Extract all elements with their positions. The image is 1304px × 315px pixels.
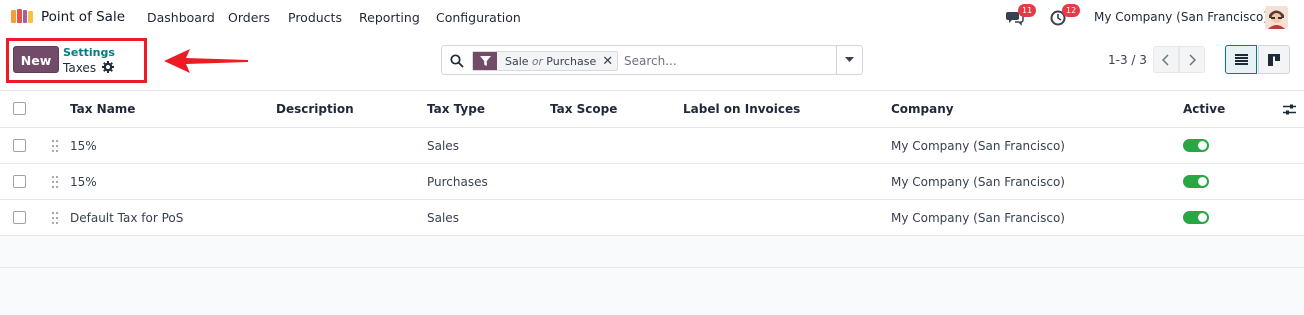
column-header-tax-type[interactable]: Tax Type: [427, 102, 485, 116]
messages-count-badge: 11: [1018, 4, 1037, 17]
list-empty-row: [0, 235, 1304, 268]
table-row[interactable]: 15% Purchases My Company (San Francisco): [0, 163, 1304, 199]
row-checkbox[interactable]: [13, 211, 26, 224]
menu-configuration[interactable]: Configuration: [436, 10, 521, 25]
search-input[interactable]: [624, 52, 824, 70]
new-button[interactable]: New: [13, 46, 59, 73]
cell-tax-type: Sales: [427, 139, 459, 153]
company-switcher[interactable]: My Company (San Francisco): [1094, 10, 1268, 24]
app-name[interactable]: Point of Sale: [41, 9, 125, 25]
list-view-button[interactable]: [1225, 45, 1257, 74]
active-toggle[interactable]: [1183, 175, 1209, 188]
caret-down-icon: [845, 57, 854, 62]
active-toggle[interactable]: [1183, 211, 1209, 224]
select-all-checkbox[interactable]: [13, 102, 26, 115]
pager-next-button[interactable]: [1179, 46, 1205, 73]
facet-value-purchase: Purchase: [546, 54, 597, 68]
menu-orders[interactable]: Orders: [228, 10, 270, 25]
table-header-row: Tax Name Description Tax Type Tax Scope …: [0, 90, 1304, 127]
gear-icon[interactable]: [102, 61, 114, 73]
search-bar[interactable]: Sale or Purchase ✕: [441, 45, 837, 75]
table-row[interactable]: 15% Sales My Company (San Francisco): [0, 127, 1304, 163]
column-header-active[interactable]: Active: [1183, 102, 1225, 116]
cell-tax-type: Sales: [427, 211, 459, 225]
drag-handle-icon[interactable]: [51, 175, 59, 189]
column-header-tax-scope[interactable]: Tax Scope: [550, 102, 617, 116]
table-row[interactable]: Default Tax for PoS Sales My Company (Sa…: [0, 199, 1304, 235]
optional-columns-sliders-icon[interactable]: [1283, 103, 1296, 116]
drag-handle-icon[interactable]: [51, 139, 59, 153]
drag-handle-icon[interactable]: [51, 211, 59, 225]
menu-products[interactable]: Products: [288, 10, 342, 25]
cell-company: My Company (San Francisco): [891, 139, 1065, 153]
menu-reporting[interactable]: Reporting: [359, 10, 420, 25]
column-header-tax-name[interactable]: Tax Name: [70, 102, 135, 116]
list-view-icon: [1234, 54, 1248, 65]
cell-company: My Company (San Francisco): [891, 211, 1065, 225]
row-checkbox[interactable]: [13, 139, 26, 152]
cell-tax-name: 15%: [70, 139, 97, 153]
cell-tax-name: Default Tax for PoS: [70, 211, 184, 225]
kanban-view-icon: [1268, 53, 1280, 66]
menu-dashboard[interactable]: Dashboard: [147, 10, 215, 25]
point-of-sale-app-icon[interactable]: [11, 9, 33, 24]
column-header-company[interactable]: Company: [891, 102, 954, 116]
row-checkbox[interactable]: [13, 175, 26, 188]
cell-tax-type: Purchases: [427, 175, 488, 189]
remove-facet-close-icon[interactable]: ✕: [602, 54, 617, 69]
user-avatar-image: [1265, 6, 1288, 29]
activities-count-badge: 12: [1062, 4, 1081, 17]
top-navbar: Point of Sale Dashboard Orders Products …: [0, 0, 1304, 34]
cell-company: My Company (San Francisco): [891, 175, 1065, 189]
pager-previous-button[interactable]: [1153, 46, 1179, 73]
active-toggle[interactable]: [1183, 139, 1209, 152]
cell-tax-name: 15%: [70, 175, 97, 189]
chevron-right-icon: [1189, 53, 1196, 66]
annotation-arrow-icon: [164, 49, 248, 73]
taxes-list: Tax Name Description Tax Type Tax Scope …: [0, 90, 1304, 268]
pager-value[interactable]: 1-3 / 3: [1108, 53, 1147, 67]
facet-separator: or: [532, 55, 543, 68]
facet-value-sale: Sale: [505, 54, 529, 68]
user-avatar[interactable]: [1265, 6, 1288, 29]
kanban-view-button[interactable]: [1258, 45, 1290, 74]
filter-icon: [473, 52, 497, 70]
column-header-description[interactable]: Description: [276, 102, 354, 116]
column-header-label-on-invoices[interactable]: Label on Invoices: [683, 102, 800, 116]
breadcrumb-settings-link[interactable]: Settings: [63, 46, 115, 59]
search-icon: [450, 54, 464, 68]
search-options-toggle[interactable]: [836, 45, 863, 75]
search-filter-facet: Sale or Purchase ✕: [472, 51, 619, 71]
breadcrumb-current-page: Taxes: [63, 61, 97, 75]
chevron-left-icon: [1162, 53, 1169, 66]
